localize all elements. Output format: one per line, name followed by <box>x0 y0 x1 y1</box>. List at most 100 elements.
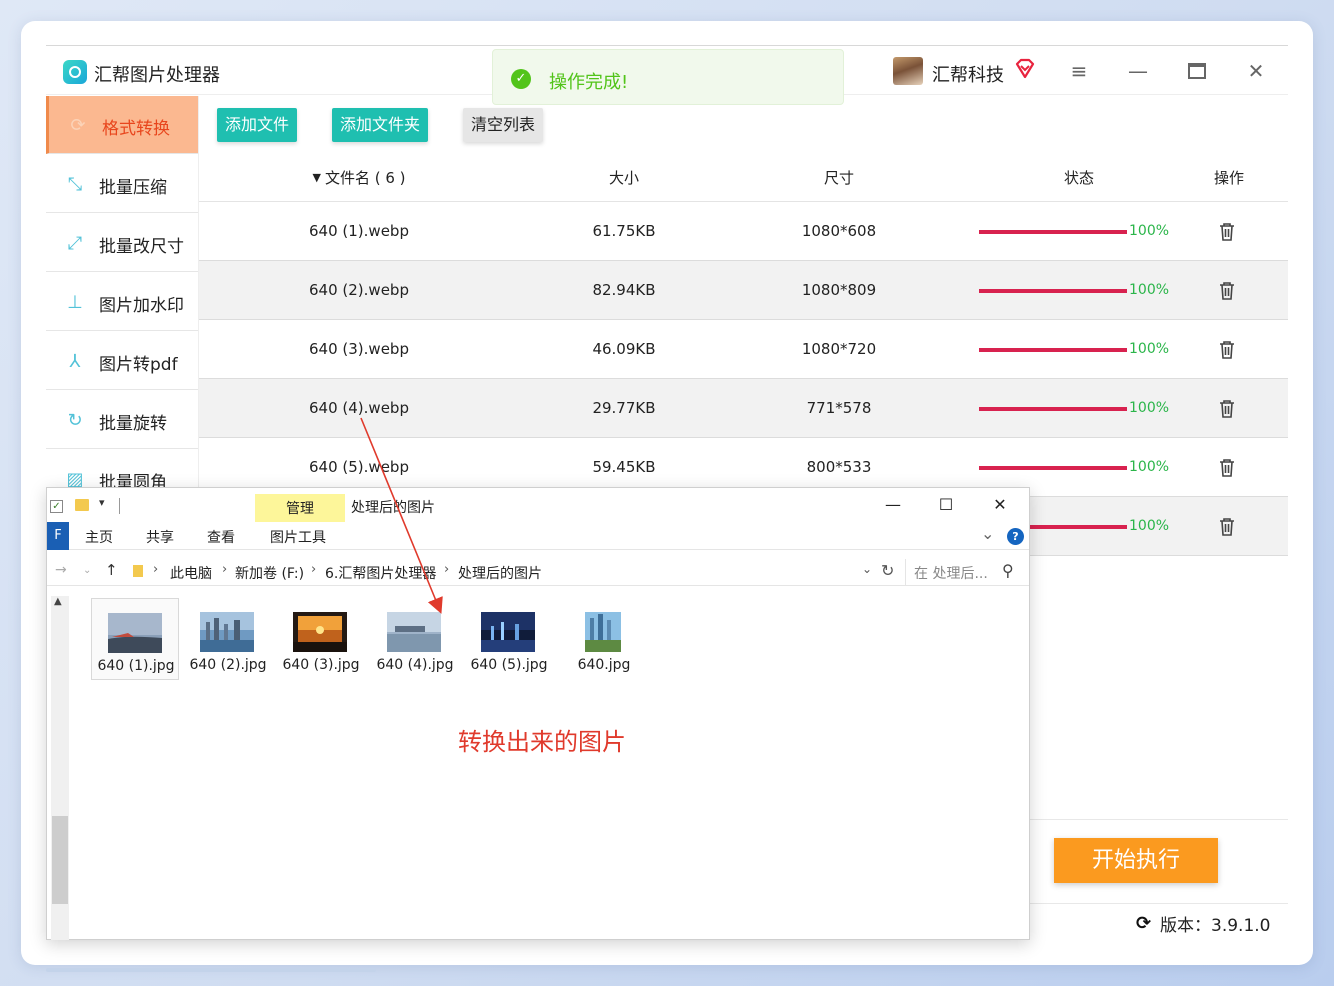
minimize-icon[interactable]: — <box>880 494 906 516</box>
up-arrow-icon[interactable]: ↑ <box>105 561 118 579</box>
annotation-label: 转换出来的图片 <box>458 728 626 756</box>
help-icon[interactable]: ? <box>1007 528 1024 545</box>
file-tile[interactable]: 640 (3).jpg <box>277 598 365 680</box>
chevron-right-icon[interactable]: › <box>444 562 449 577</box>
chevron-right-icon[interactable]: › <box>153 562 158 577</box>
progress-fill <box>979 466 1127 470</box>
image-thumbnail <box>108 613 162 653</box>
chevron-right-icon[interactable]: › <box>222 562 227 577</box>
progress-fill <box>979 230 1127 234</box>
progress-text: 100% <box>1129 282 1170 298</box>
tab-home[interactable]: 主页 <box>85 527 113 547</box>
table-row[interactable]: 640 (2).webp 82.94KB 1080*809 100% <box>199 261 1288 320</box>
start-button[interactable]: 开始执行 <box>1054 838 1218 883</box>
file-tile[interactable]: 640 (4).jpg <box>371 598 459 680</box>
app-title: 汇帮图片处理器 <box>94 65 220 86</box>
success-toast: ✓ 操作完成! <box>492 49 844 105</box>
company-name[interactable]: 汇帮科技 <box>932 61 1004 87</box>
scroll-up-icon[interactable]: ▲ <box>54 596 62 607</box>
file-size-cell: 82.94KB <box>592 281 656 299</box>
table-row[interactable]: 640 (1).webp 61.75KB 1080*608 100% <box>199 202 1288 261</box>
sidebar-item-resize[interactable]: ⤢ 批量改尺寸 <box>46 214 198 272</box>
vertical-scrollbar[interactable]: ▲ <box>51 596 69 940</box>
breadcrumb-output-folder[interactable]: 处理后的图片 <box>458 563 542 583</box>
sidebar-item-rotate[interactable]: ↻ 批量旋转 <box>46 391 198 449</box>
trash-icon[interactable] <box>1218 458 1236 478</box>
dimensions-cell: 1080*608 <box>801 222 877 240</box>
trash-icon[interactable] <box>1218 399 1236 419</box>
compress-icon: ⤡ <box>67 174 83 195</box>
trash-icon[interactable] <box>1218 281 1236 301</box>
file-tile[interactable]: 640 (2).jpg <box>184 598 272 680</box>
file-name: 640 (2).jpg <box>189 657 267 673</box>
add-folder-button[interactable]: 添加文件夹 <box>332 108 428 142</box>
explorer-ribbon: F 主页 共享 查看 图片工具 ⌄ ? <box>47 522 1029 550</box>
add-file-button[interactable]: 添加文件 <box>217 108 297 142</box>
file-size-cell: 61.75KB <box>592 222 656 240</box>
refresh-icon[interactable]: ⟳ <box>1136 913 1151 934</box>
close-icon[interactable]: ✕ <box>1243 58 1269 84</box>
breadcrumb-this-pc[interactable]: 此电脑 <box>170 563 212 583</box>
table-row[interactable]: 640 (4).webp 29.77KB 771*578 100% <box>199 379 1288 438</box>
avatar[interactable] <box>893 57 923 85</box>
file-name-cell: 640 (4).webp <box>309 399 409 417</box>
trash-icon[interactable] <box>1218 517 1236 537</box>
horizontal-scrollbar[interactable] <box>46 968 376 972</box>
toolbar-separator <box>119 498 120 514</box>
sidebar-item-label: 批量旋转 <box>99 414 167 434</box>
file-tile[interactable]: 640 (1).jpg <box>91 598 179 680</box>
file-name: 640 (4).jpg <box>376 657 454 673</box>
customize-toolbar-icon[interactable]: ▾ <box>99 496 105 509</box>
app-logo-icon <box>63 60 87 84</box>
pdf-icon: ⅄ <box>69 351 81 372</box>
progress-bar <box>979 466 1127 470</box>
sidebar-item-format-convert[interactable]: ⟳ 格式转换 <box>46 96 198 154</box>
sidebar-item-watermark[interactable]: ⊥ 图片加水印 <box>46 273 198 331</box>
dimensions-cell: 1080*720 <box>801 340 877 358</box>
tab-view[interactable]: 查看 <box>207 527 235 547</box>
properties-icon[interactable]: ✓ <box>50 500 63 513</box>
chevron-down-icon[interactable]: ⌄ <box>862 562 872 576</box>
forward-arrow-icon[interactable]: → <box>55 562 67 578</box>
file-name: 640.jpg <box>577 657 631 673</box>
breadcrumb-app-folder[interactable]: 6.汇帮图片处理器 <box>325 563 436 583</box>
minimize-icon[interactable]: — <box>1125 58 1151 84</box>
search-icon[interactable]: ⚲ <box>1002 561 1014 580</box>
trash-icon[interactable] <box>1218 222 1236 242</box>
column-header-size: 大小 <box>608 169 639 187</box>
column-header-dimensions: 尺寸 <box>823 169 854 187</box>
sidebar-item-to-pdf[interactable]: ⅄ 图片转pdf <box>46 332 198 390</box>
maximize-icon[interactable] <box>1184 58 1210 84</box>
progress-fill <box>979 289 1127 293</box>
refresh-icon[interactable]: ↻ <box>881 561 894 580</box>
progress-text: 100% <box>1129 400 1170 416</box>
progress-text: 100% <box>1129 518 1170 534</box>
tab-picture-tools[interactable]: 图片工具 <box>270 527 326 547</box>
sidebar-item-label: 批量压缩 <box>99 178 167 198</box>
file-size-cell: 46.09KB <box>592 340 656 358</box>
chevron-right-icon[interactable]: › <box>311 562 316 577</box>
menu-icon[interactable]: ≡ <box>1066 58 1092 84</box>
tab-share[interactable]: 共享 <box>146 527 174 547</box>
breadcrumb-drive[interactable]: 新加卷 (F:) <box>235 563 304 583</box>
column-header-name[interactable]: ▼ 文件名 ( 6 ) <box>239 154 479 201</box>
address-bar[interactable]: › 此电脑 › 新加卷 (F:) › 6.汇帮图片处理器 › 处理后的图片 ⌄ … <box>127 559 894 585</box>
file-tile[interactable]: 640 (5).jpg <box>465 598 553 680</box>
vip-diamond-icon[interactable] <box>1014 58 1036 80</box>
search-input[interactable]: 在 处理后... ⚲ <box>905 559 1022 585</box>
table-row[interactable]: 640 (3).webp 46.09KB 1080*720 100% <box>199 320 1288 379</box>
file-tile[interactable]: 640.jpg <box>560 598 648 680</box>
file-name: 640 (1).jpg <box>97 658 175 674</box>
maximize-icon[interactable]: ☐ <box>933 494 959 516</box>
tab-file[interactable]: F <box>47 522 69 550</box>
tab-manage[interactable]: 管理 <box>255 494 345 522</box>
recent-locations-icon[interactable]: ⌄ <box>83 565 91 576</box>
close-icon[interactable]: ✕ <box>987 494 1013 516</box>
sidebar-item-compress[interactable]: ⤡ 批量压缩 <box>46 155 198 213</box>
scrollbar-thumb[interactable] <box>52 816 68 904</box>
check-circle-icon: ✓ <box>511 69 531 89</box>
clear-list-button[interactable]: 清空列表 <box>463 108 543 142</box>
trash-icon[interactable] <box>1218 340 1236 360</box>
expand-ribbon-icon[interactable]: ⌄ <box>981 524 994 543</box>
new-folder-icon[interactable] <box>75 499 89 511</box>
